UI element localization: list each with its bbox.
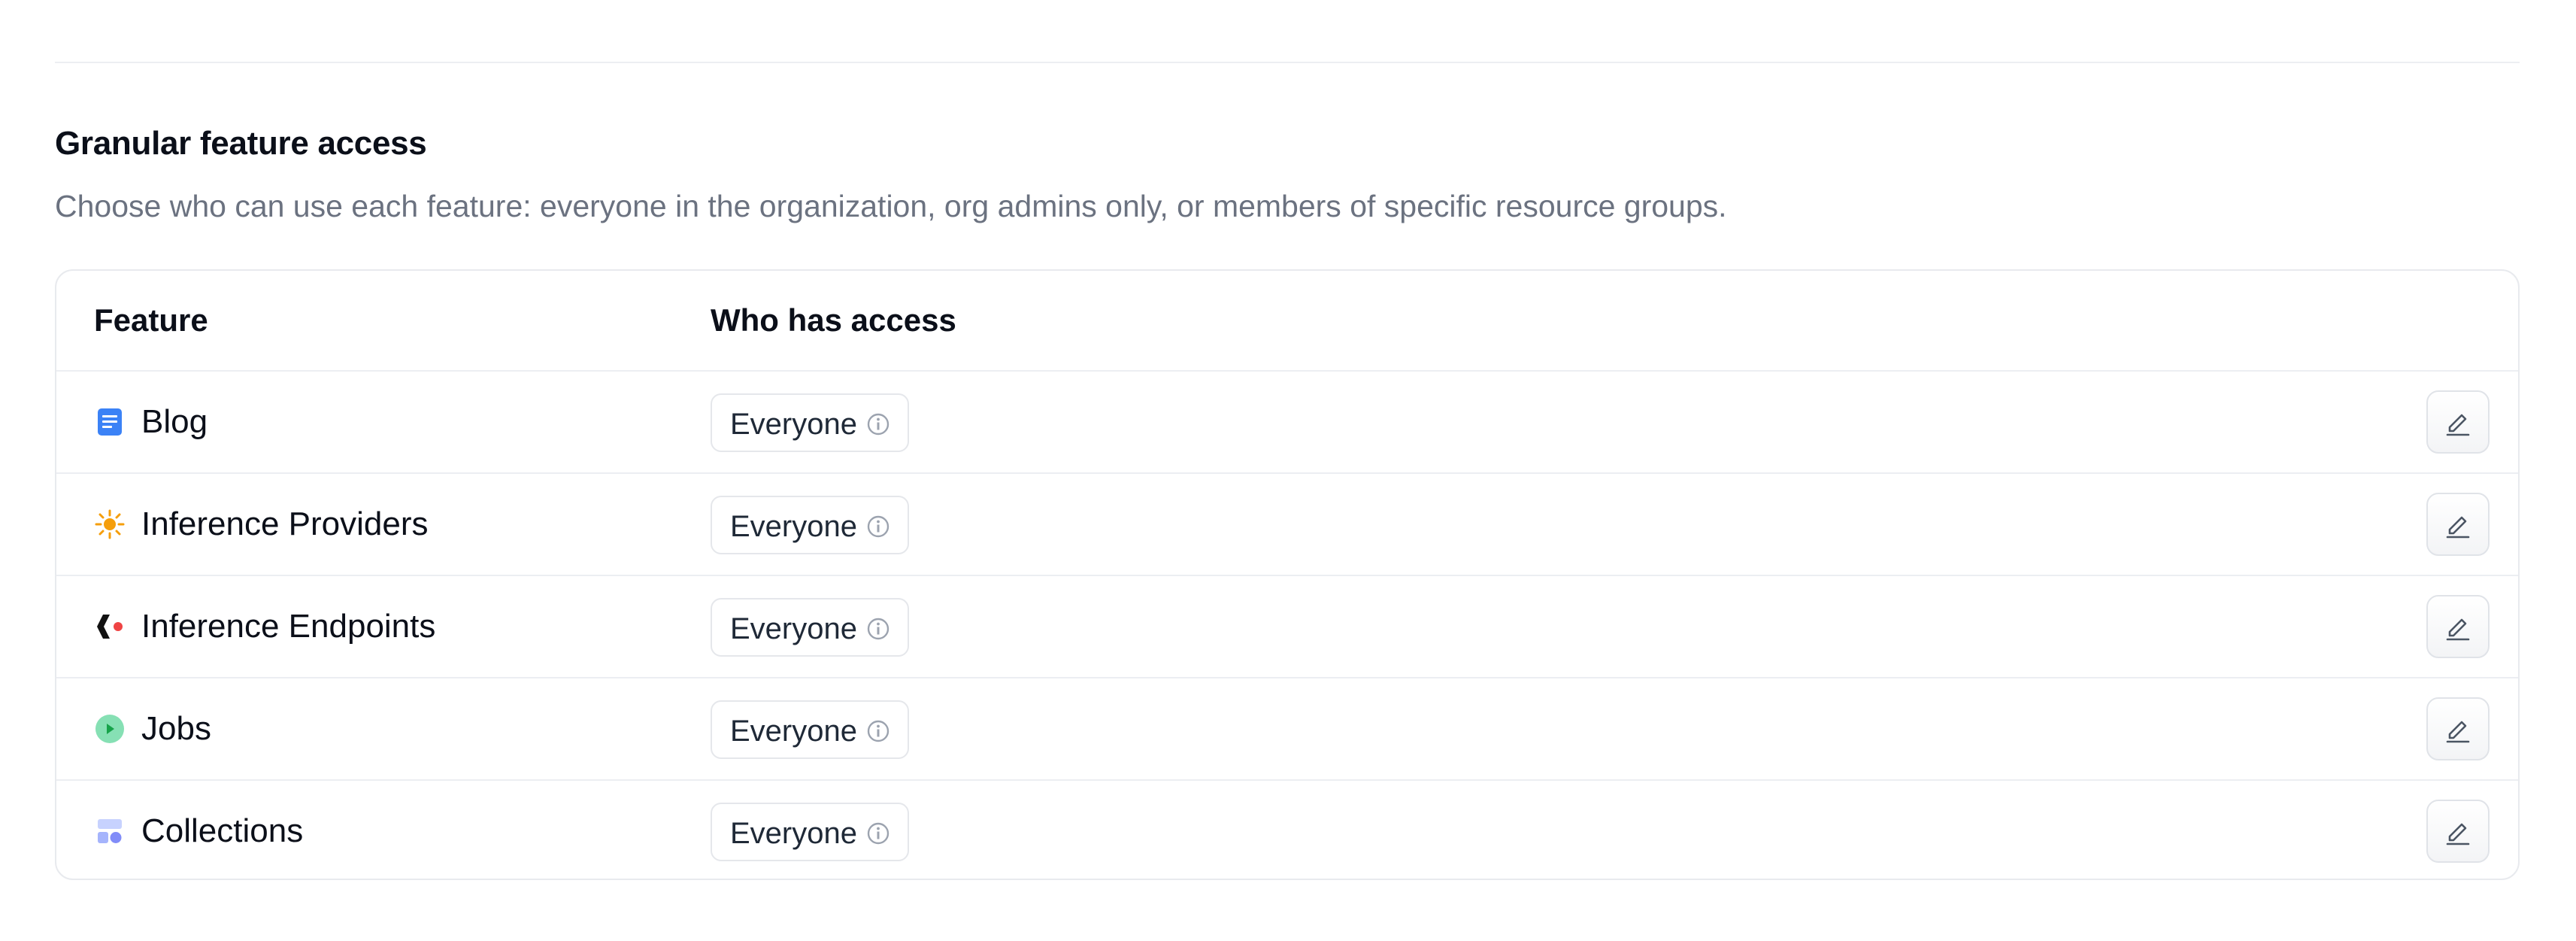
access-badge: Everyone <box>711 700 909 759</box>
access-label: Everyone <box>730 510 857 543</box>
feature-name: Inference Providers <box>141 505 429 542</box>
access-badge: Everyone <box>711 393 909 452</box>
play-circle-icon <box>94 713 126 745</box>
feature-name: Blog <box>141 403 208 440</box>
info-icon[interactable] <box>865 514 891 539</box>
top-divider <box>55 62 2520 63</box>
access-badge: Everyone <box>711 598 909 657</box>
sun-icon <box>94 508 126 540</box>
section-description: Choose who can use each feature: everyon… <box>55 189 1727 223</box>
access-badge: Everyone <box>711 803 909 861</box>
access-label: Everyone <box>730 715 857 748</box>
endpoints-icon <box>94 611 126 642</box>
info-icon[interactable] <box>865 821 891 846</box>
pencil-icon <box>2443 612 2473 642</box>
edit-button[interactable] <box>2426 390 2490 454</box>
edit-button[interactable] <box>2426 595 2490 658</box>
access-label: Everyone <box>730 817 857 850</box>
table-row: Inference Endpoints Everyone <box>56 576 2518 678</box>
feature-name: Inference Endpoints <box>141 608 436 645</box>
pencil-icon <box>2443 816 2473 846</box>
table-header: Feature Who has access <box>56 271 2518 372</box>
section-title: Granular feature access <box>55 125 427 162</box>
pencil-icon <box>2443 714 2473 744</box>
edit-button[interactable] <box>2426 493 2490 556</box>
feature-name: Collections <box>141 812 304 849</box>
access-label: Everyone <box>730 408 857 441</box>
feature-access-table: Feature Who has access Blog Everyone Inf… <box>55 269 2520 880</box>
edit-button[interactable] <box>2426 697 2490 760</box>
edit-button[interactable] <box>2426 800 2490 863</box>
access-label: Everyone <box>730 612 857 645</box>
blog-icon <box>94 406 126 438</box>
collections-icon <box>94 815 126 847</box>
access-badge: Everyone <box>711 496 909 554</box>
table-row: Collections Everyone <box>56 781 2518 879</box>
feature-name: Jobs <box>141 710 211 747</box>
pencil-icon <box>2443 407 2473 437</box>
pencil-icon <box>2443 509 2473 539</box>
access-column-header: Who has access <box>711 302 956 338</box>
table-row: Blog Everyone <box>56 372 2518 474</box>
feature-column-header: Feature <box>94 302 208 338</box>
table-row: Jobs Everyone <box>56 678 2518 781</box>
info-icon[interactable] <box>865 616 891 642</box>
info-icon[interactable] <box>865 411 891 437</box>
info-icon[interactable] <box>865 718 891 744</box>
table-row: Inference Providers Everyone <box>56 474 2518 576</box>
